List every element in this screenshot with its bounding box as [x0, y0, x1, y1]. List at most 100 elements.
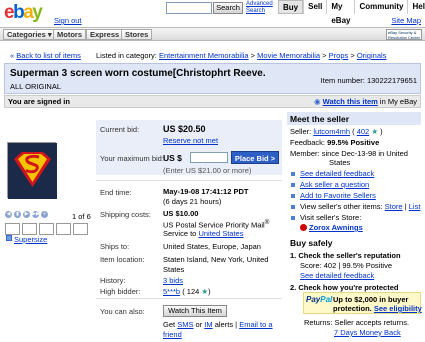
place-bid-button[interactable]: Place Bid > [231, 151, 279, 164]
ebay-logo[interactable]: ebay [4, 2, 48, 24]
breadcrumb-originals[interactable]: Originals [357, 51, 387, 60]
thumbnail[interactable] [39, 223, 54, 235]
watch-item-line: ◉ Watch this item in My eBay [314, 97, 417, 106]
prev-icon[interactable]: ◀ [5, 211, 12, 218]
thumbnail[interactable] [22, 223, 37, 235]
item-title: Superman 3 screen worn costume[Christoph… [10, 68, 266, 79]
step1-score: Score: 402 | 99.5% Positive [300, 261, 392, 270]
image-counter: 1 of 6 [72, 212, 91, 221]
tab-stores[interactable]: Stores [121, 29, 153, 40]
breadcrumb-entertainment[interactable]: Entertainment Memorabilia [159, 51, 249, 60]
security-center-badge[interactable]: eBay Security & Resolution Center [386, 29, 422, 40]
search-button[interactable]: Search [213, 2, 243, 14]
sms-link[interactable]: SMS [177, 320, 193, 329]
supersize-icon[interactable] [6, 235, 12, 241]
nav-buy[interactable]: Buy [278, 0, 304, 14]
thumbnail[interactable] [5, 223, 20, 235]
nav-sell[interactable]: Sell [303, 0, 326, 14]
gallery-controls: ◀ ▮ ▶ ▶▶ + [5, 211, 48, 218]
bid-history-link[interactable]: 3 bids [163, 276, 183, 285]
ships-to-value: United States, Europe, Japan [163, 242, 261, 251]
site-map-link[interactable]: Site Map [391, 16, 421, 25]
max-bid-label: Your maximum bid: [100, 154, 164, 163]
ships-to-label: Ships to: [100, 242, 130, 251]
star-icon: ★ [371, 127, 379, 136]
ask-seller-link[interactable]: Ask seller a question [300, 180, 369, 189]
location-value-2: States [163, 265, 185, 274]
search-input[interactable] [166, 2, 212, 14]
detailed-feedback-link[interactable]: See detailed feedback [300, 169, 374, 178]
shipping-value: US $10.00 [163, 209, 199, 218]
im-link[interactable]: IM [204, 320, 212, 329]
last-icon[interactable]: ▶▶ [32, 211, 40, 218]
tab-categories[interactable]: Categories ▾ [3, 29, 56, 40]
step1-title: 1. Check the seller's reputation [290, 251, 401, 260]
next-icon[interactable]: ▶ [23, 211, 30, 218]
returns-policy-link[interactable]: 7 Days Money Back [334, 328, 401, 337]
bullet-icon [291, 172, 295, 176]
bullet-icon [291, 183, 295, 187]
sign-out-link[interactable]: Sign out [54, 16, 82, 25]
nav-help[interactable]: Help [407, 0, 425, 14]
thumbnail[interactable] [73, 223, 88, 235]
breadcrumb-movie[interactable]: Movie Memorabilia [257, 51, 320, 60]
bullet-icon [291, 216, 295, 220]
top-nav: Buy Sell My eBay Community Help [278, 0, 425, 25]
currency-label: US $ [163, 153, 182, 163]
end-time-value: May-19-08 17:41:12 PDT [163, 187, 249, 196]
returns-row: Returns: Seller accepts returns. [304, 318, 410, 327]
thumbnail-strip [5, 223, 88, 235]
time-remaining: (6 days 21 hours) [163, 197, 222, 206]
max-bid-input[interactable] [190, 152, 228, 163]
eye-icon: ◉ [314, 97, 321, 106]
shipping-to-link[interactable]: United States [198, 229, 243, 238]
alerts-line: Get SMS or IM alerts | Email to a [163, 320, 273, 329]
eligibility-link[interactable]: See eligibility [374, 304, 422, 313]
watch-this-item-button[interactable]: Watch This Item [163, 305, 227, 317]
back-to-list[interactable]: « Back to list of items [10, 51, 81, 60]
you-can-also-label: You can also: [100, 307, 145, 316]
item-image[interactable] [7, 142, 57, 199]
shipping-to: Service to United States [163, 229, 244, 238]
tab-express[interactable]: Express [86, 29, 124, 40]
member-row-2: States [329, 158, 351, 167]
seller-score-link[interactable]: 402 [357, 127, 370, 136]
watch-item-link[interactable]: Watch this item [323, 97, 378, 106]
tab-motors[interactable]: Motors [53, 29, 86, 40]
nav-my-ebay[interactable]: My eBay [326, 0, 354, 25]
nav-community[interactable]: Community [354, 0, 407, 14]
reserve-link[interactable]: Reserve not met [163, 136, 218, 145]
favorite-sellers-link[interactable]: Add to Favorite Sellers [300, 191, 376, 200]
step1-feedback-link[interactable]: See detailed feedback [300, 271, 374, 280]
store-icon [300, 224, 307, 231]
paypal-text-2: protection. See eligibility [333, 304, 422, 313]
thumbnail[interactable] [56, 223, 71, 235]
signed-in-text: You are signed in [8, 97, 70, 106]
email-friend-link[interactable]: Email to a [239, 320, 272, 329]
shipping-label: Shipping costs: [100, 210, 151, 219]
buy-safely-heading: Buy safely [290, 238, 333, 248]
breadcrumb-props[interactable]: Props [329, 51, 349, 60]
bullet-icon [291, 205, 295, 209]
end-time-label: End time: [100, 188, 132, 197]
seller-name-link[interactable]: lutcom4mh [313, 127, 350, 136]
bidder-link[interactable]: 5***b [163, 287, 180, 296]
shipping-service: US Postal Service Priority Mail® [163, 219, 270, 230]
step2-title: 2. Check how you're protected [290, 283, 399, 292]
advanced-search-link[interactable]: Advanced Search [246, 1, 273, 14]
high-bidder-value: 5***b ( 124 ★) [163, 287, 211, 296]
pause-icon[interactable]: ▮ [14, 211, 21, 218]
breadcrumb: Listed in category: Entertainment Memora… [96, 51, 387, 60]
zoom-icon[interactable]: + [41, 211, 48, 218]
visit-store-label: Visit seller's Store: [300, 213, 362, 222]
paypal-text: Up to $2,000 in buyer [333, 295, 409, 304]
list-link[interactable]: List [409, 202, 421, 211]
current-bid-label: Current bid: [100, 125, 140, 134]
email-friend-link-2[interactable]: friend [163, 330, 182, 339]
store-name-link[interactable]: Zorox Awnings [309, 223, 363, 232]
store-link[interactable]: Store [385, 202, 403, 211]
paypal-logo: PayPal [306, 295, 333, 304]
history-label: History: [100, 276, 126, 285]
meet-seller-heading: Meet the seller [290, 114, 350, 124]
supersize-link[interactable]: Supersize [14, 235, 47, 244]
